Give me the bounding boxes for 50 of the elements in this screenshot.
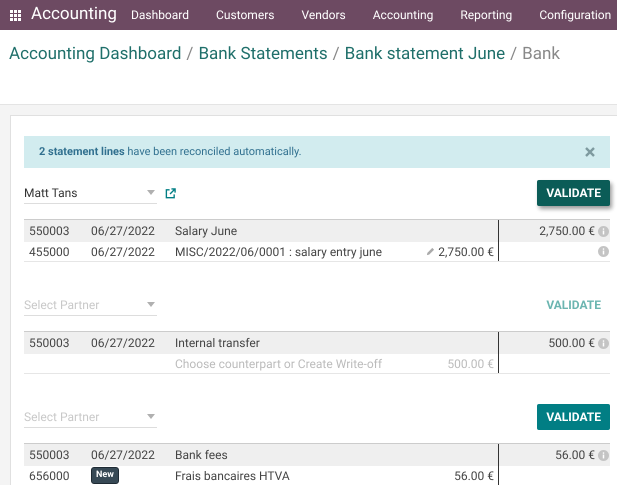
amount-text: 56.00 € [454,468,495,484]
date-text: 06/27/2022 [91,335,156,352]
menu-item[interactable]: Configuration [539,6,612,24]
statement-label: Bank fees [175,447,229,464]
app-title[interactable]: Accounting [31,2,117,28]
app-grid-icon[interactable] [10,10,21,20]
validate-button[interactable]: VALIDATE [537,404,610,430]
date-text: 06/27/2022 [91,244,156,260]
entry-label: Frais bancaires HTVA [175,468,291,484]
close-icon[interactable] [585,147,595,157]
breadcrumb-separator: / [185,43,194,66]
info-icon[interactable] [598,450,609,460]
caret-icon [147,414,155,419]
account-number: 656000 [28,468,70,484]
info-icon[interactable] [598,226,609,236]
amount-text: 500.00 € [447,356,495,372]
caret-icon [147,302,155,307]
date-text: 06/27/2022 [91,447,156,464]
menu-item[interactable]: Reporting [460,6,512,24]
menu-item[interactable]: Vendors [301,6,346,24]
date-text: 06/27/2022 [91,223,156,240]
entry-label: MISC/2022/06/0001 : salary entry june [175,244,384,260]
breadcrumb-current: Bank [522,43,560,66]
validate-button[interactable]: VALIDATE [537,180,610,206]
statement-label: Internal transfer [175,335,261,352]
info-icon[interactable] [598,246,609,257]
breadcrumb-link[interactable]: Bank Statements [198,42,328,104]
pencil-icon[interactable] [426,247,436,256]
breadcrumb-link[interactable]: Bank statement June [344,42,506,104]
amount-text: 2,750.00 € [438,244,494,260]
caret-icon [147,190,155,195]
statement-label: Salary June [175,223,238,240]
info-icon[interactable] [598,338,609,348]
breadcrumb-separator: / [509,43,518,66]
menu-item[interactable]: Customers [216,6,274,24]
breadcrumb-separator: / [332,43,341,66]
menu-item[interactable]: Dashboard [130,6,190,24]
account-number: 550003 [28,447,70,464]
account-number: 455000 [28,244,70,260]
amount-text: 2,750.00 € [539,223,595,240]
account-number: 550003 [28,223,70,240]
account-number: 550003 [28,335,70,352]
breadcrumb-link[interactable]: Accounting Dashboard [9,42,182,104]
amount-text: 56.00 € [555,447,595,464]
new-badge: New [91,466,119,484]
external-link-icon[interactable] [165,188,176,198]
amount-text: 500.00 € [548,335,595,352]
partner-field[interactable]: Matt Tans [24,182,157,204]
alert-message: 2 statement lines have been reconciled automatically. [39,144,302,160]
menu-item[interactable]: Accounting [372,6,434,24]
